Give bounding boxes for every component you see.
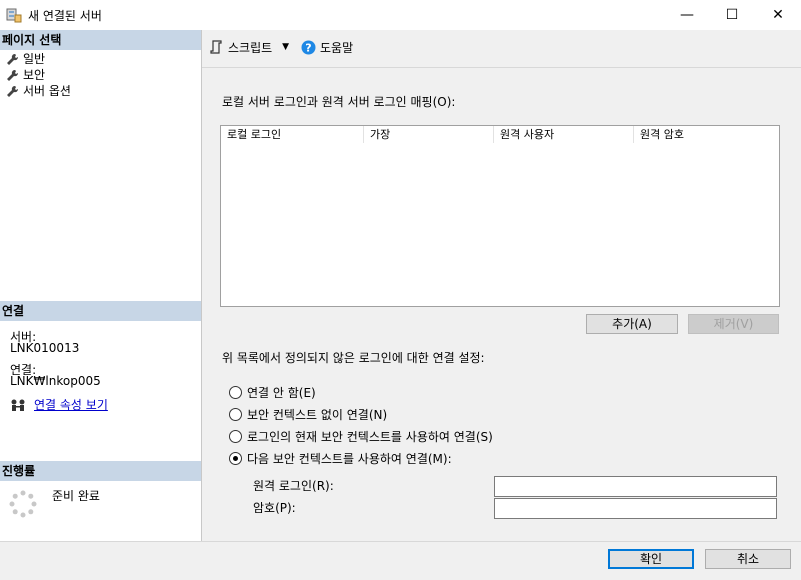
close-button[interactable]: ✕ bbox=[755, 0, 801, 30]
close-icon: ✕ bbox=[772, 7, 784, 23]
radio-button[interactable] bbox=[229, 385, 242, 399]
radio-button-selected[interactable] bbox=[229, 451, 242, 465]
connection-header: 연결 bbox=[0, 301, 201, 321]
page-item-general[interactable]: 일반 bbox=[6, 51, 45, 67]
title-bar: 새 연결된 서버 — ☐ ✕ bbox=[0, 0, 801, 30]
column-header-remote-user[interactable]: 원격 사용자 bbox=[494, 126, 634, 143]
radio-current-security-context[interactable]: 로그인의 현재 보안 컨텍스트를 사용하여 연결(S) bbox=[229, 427, 493, 445]
connection-properties-icon bbox=[11, 399, 25, 411]
toolbar: 스크립트 ▼ ? 도움말 bbox=[202, 30, 801, 68]
remote-login-label: 원격 로그인(R): bbox=[253, 479, 334, 493]
connection-value: LNK₩lnkop005 bbox=[10, 374, 101, 388]
cancel-button[interactable]: 취소 bbox=[705, 549, 791, 569]
page-select-header: 페이지 선택 bbox=[0, 30, 201, 50]
script-label: 스크립트 bbox=[228, 40, 273, 55]
help-label: 도움말 bbox=[320, 40, 354, 55]
radio-button[interactable] bbox=[229, 429, 242, 443]
script-icon bbox=[210, 40, 222, 54]
remote-login-input[interactable] bbox=[494, 476, 777, 497]
minimize-button[interactable]: — bbox=[664, 0, 710, 30]
column-header-remote-password[interactable]: 원격 암호 bbox=[634, 126, 779, 143]
wrench-icon bbox=[7, 53, 19, 65]
view-connection-properties-link[interactable]: 연결 속성 보기 bbox=[34, 396, 108, 413]
progress-spinner-icon bbox=[9, 490, 37, 518]
login-mapping-grid[interactable]: 로컬 로그인 가장 원격 사용자 원격 암호 bbox=[220, 125, 780, 307]
left-pane: 페이지 선택 일반 보안 서버 옵션 연결 서버: LNK010013 연결: … bbox=[0, 30, 202, 541]
server-app-icon bbox=[6, 8, 22, 23]
page-item-label: 일반 bbox=[23, 52, 46, 66]
chevron-down-icon: ▼ bbox=[282, 42, 290, 52]
page-item-label: 서버 옵션 bbox=[23, 84, 71, 98]
radio-this-security-context[interactable]: 다음 보안 컨텍스트를 사용하여 연결(M): bbox=[229, 449, 452, 467]
help-button[interactable]: ? 도움말 bbox=[301, 38, 353, 56]
password-label: 암호(P): bbox=[253, 501, 296, 515]
script-button[interactable]: 스크립트 ▼ bbox=[210, 38, 289, 56]
maximize-button[interactable]: ☐ bbox=[709, 0, 755, 30]
server-value: LNK010013 bbox=[10, 341, 80, 355]
page-item-security[interactable]: 보안 bbox=[6, 67, 45, 83]
add-button[interactable]: 추가(A) bbox=[586, 314, 678, 334]
column-header-impersonate[interactable]: 가장 bbox=[364, 126, 494, 143]
radio-label: 보안 컨텍스트 없이 연결(N) bbox=[247, 407, 388, 422]
radio-not-be-made[interactable]: 연결 안 함(E) bbox=[229, 383, 316, 401]
maximize-icon: ☐ bbox=[725, 7, 739, 23]
mapping-label: 로컬 서버 로그인과 원격 서버 로그인 매핑(O): bbox=[222, 95, 456, 109]
window-title: 새 연결된 서버 bbox=[28, 9, 102, 23]
password-input[interactable] bbox=[494, 498, 777, 519]
wrench-icon bbox=[7, 85, 19, 97]
radio-label: 로그인의 현재 보안 컨텍스트를 사용하여 연결(S) bbox=[247, 429, 493, 444]
svg-text:?: ? bbox=[305, 41, 311, 54]
radio-label: 연결 안 함(E) bbox=[247, 385, 316, 400]
help-icon: ? bbox=[301, 40, 316, 54]
remove-button[interactable]: 제거(V) bbox=[688, 314, 779, 334]
radio-button[interactable] bbox=[229, 407, 242, 421]
page-item-label: 보안 bbox=[23, 68, 46, 82]
page-item-server-options[interactable]: 서버 옵션 bbox=[6, 83, 71, 99]
radio-label: 다음 보안 컨텍스트를 사용하여 연결(M): bbox=[247, 451, 452, 466]
ok-button[interactable]: 확인 bbox=[608, 549, 694, 569]
progress-status: 준비 완료 bbox=[52, 489, 100, 503]
wrench-icon bbox=[7, 69, 19, 81]
radio-without-security-context[interactable]: 보안 컨텍스트 없이 연결(N) bbox=[229, 405, 387, 423]
progress-header: 진행률 bbox=[0, 461, 201, 481]
minimize-icon: — bbox=[680, 7, 694, 23]
column-header-local-login[interactable]: 로컬 로그인 bbox=[221, 126, 364, 143]
undefined-logins-label: 위 목록에서 정의되지 않은 로그인에 대한 연결 설정: bbox=[222, 351, 485, 365]
